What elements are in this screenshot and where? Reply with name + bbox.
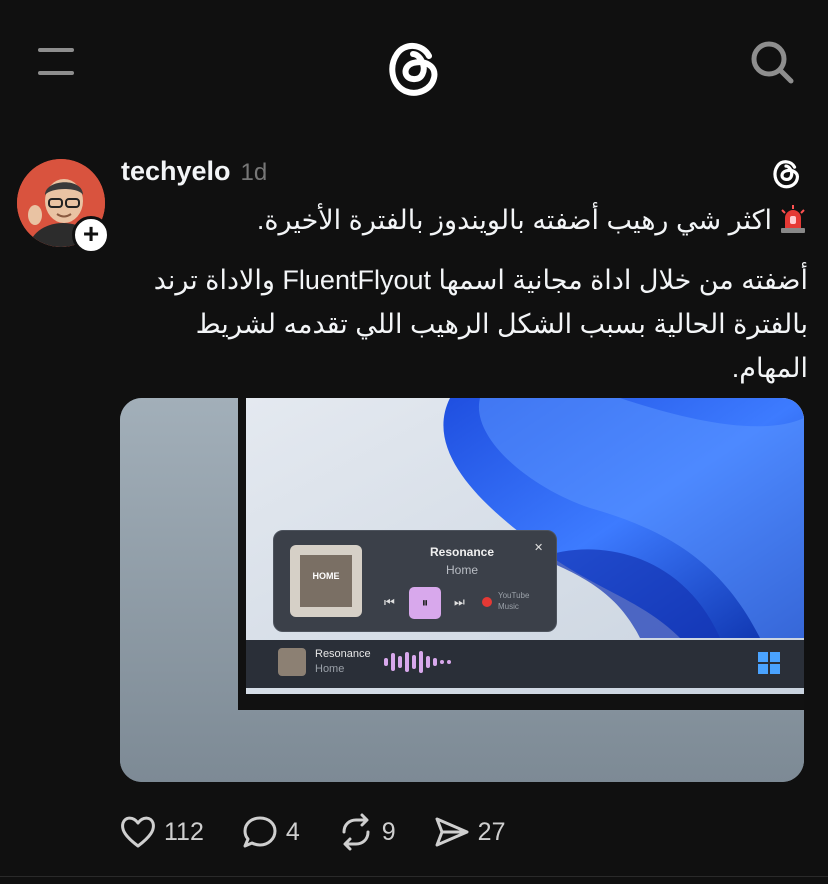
flyout-title: Resonance: [429, 545, 495, 559]
taskbar-subtitle: Home: [315, 663, 345, 675]
timestamp: 1d: [240, 159, 268, 186]
username[interactable]: techyelo: [121, 156, 231, 187]
search-icon[interactable]: [749, 39, 795, 85]
audio-visualizer-icon: [384, 651, 451, 673]
like-button[interactable]: 112: [118, 812, 204, 852]
reply-button[interactable]: 4: [240, 812, 300, 852]
pause-button[interactable]: ⏸: [409, 587, 441, 619]
source-label-1: YouTube: [498, 591, 530, 600]
taskbar-thumbnail: [278, 648, 306, 676]
close-icon[interactable]: ✕: [534, 541, 543, 554]
share-button[interactable]: 27: [432, 812, 506, 852]
heart-icon: [121, 816, 155, 848]
taskbar-title: Resonance: [315, 648, 371, 660]
flyout-subtitle: Home: [445, 563, 478, 577]
media-flyout-panel: HOME Resonance Home ✕ ⏮ ⏸ ⏭ YouTube Musi…: [273, 530, 557, 632]
reply-count: 4: [285, 817, 300, 846]
post-text-line: اكثر شي رهيب أضفته بالويندوز بالفترة الأ…: [118, 198, 808, 242]
post-header: techyelo 1d: [121, 156, 267, 190]
next-track-icon[interactable]: ⏭: [454, 595, 465, 610]
menu-line: [38, 71, 74, 75]
repost-icon: [342, 813, 370, 851]
top-nav-bar: [0, 0, 828, 130]
send-icon: [435, 817, 469, 847]
threads-logo-icon: [773, 160, 800, 189]
youtube-music-icon: [482, 597, 492, 607]
previous-track-icon[interactable]: ⏮: [384, 595, 395, 610]
repost-button[interactable]: 9: [336, 812, 396, 852]
post-line-text: اكثر شي رهيب أضفته بالويندوز بالفترة الأ…: [256, 205, 772, 235]
source-label-2: Music: [498, 602, 519, 611]
police-light-emoji-icon: [781, 205, 805, 233]
comment-icon: [243, 816, 277, 848]
windows-start-icon: [758, 652, 780, 674]
share-count: 27: [477, 817, 506, 846]
threads-logo-icon[interactable]: [383, 36, 443, 98]
post-media-image[interactable]: HOME Resonance Home ✕ ⏮ ⏸ ⏭ YouTube Musi…: [120, 398, 804, 782]
repost-count: 9: [381, 817, 396, 846]
album-art: HOME: [290, 545, 362, 617]
divider: [0, 876, 828, 877]
follow-plus-button[interactable]: +: [72, 216, 110, 254]
post-actions: 112 4 9 27: [118, 810, 541, 854]
album-text: HOME: [312, 571, 340, 581]
hamburger-menu-icon[interactable]: [38, 44, 74, 78]
like-count: 112: [164, 817, 204, 846]
post-paragraph: أضفته من خلال اداة مجانية اسمها FluentFl…: [153, 265, 808, 383]
menu-line: [38, 48, 74, 52]
